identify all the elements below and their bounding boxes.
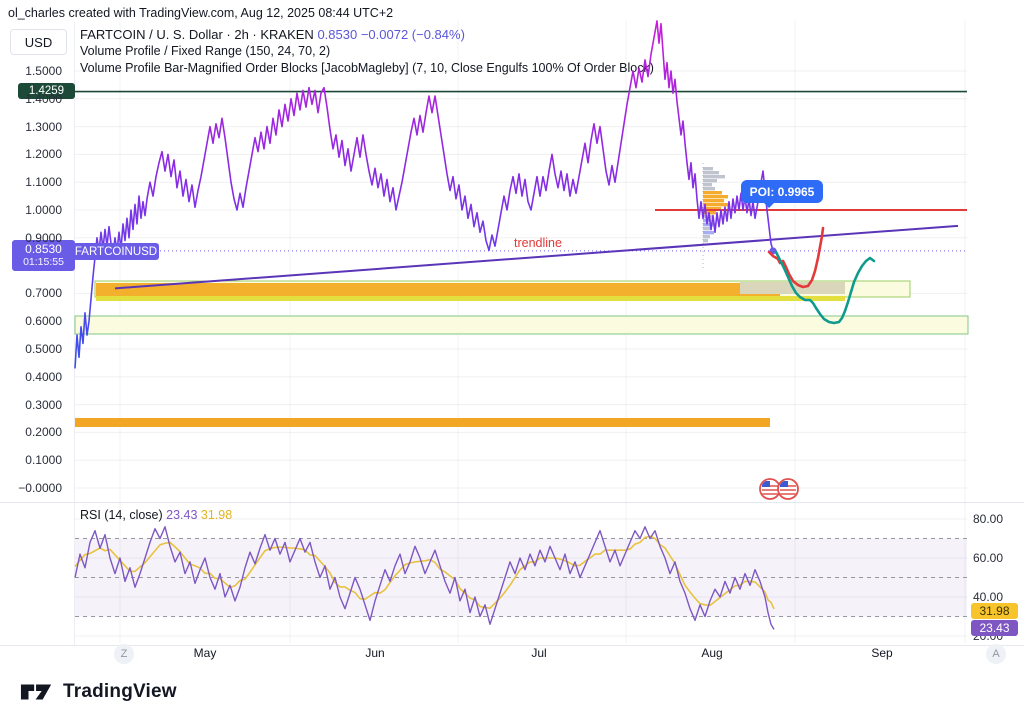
us-flag-event-icons[interactable] — [760, 479, 798, 499]
rsi-title-text: RSI (14, close) — [80, 508, 163, 522]
trendline-text-label[interactable]: trendline — [514, 236, 562, 250]
price-tick-label: 0.6000 — [0, 314, 68, 328]
tradingview-chart-window: ol_charles created with TradingView.com,… — [0, 0, 1024, 721]
tradingview-logo[interactable]: TradingView — [20, 681, 177, 703]
time-axis-month-label: Jun — [365, 646, 384, 660]
price-tick-label: 1.4000 — [0, 92, 68, 106]
price-tick-label: 0.4000 — [0, 370, 68, 384]
symbol-flag-label[interactable]: FARTCOINUSD — [73, 243, 159, 260]
price-tick-label: 0.1000 — [0, 453, 68, 467]
tradingview-logo-text: TradingView — [63, 681, 177, 703]
projection-path-drawings[interactable] — [769, 228, 874, 323]
rsi-value: 23.43 — [166, 508, 197, 522]
price-tick-label: 0.3000 — [0, 398, 68, 412]
time-axis-month-label: May — [194, 646, 217, 660]
price-tick-label: 1.3000 — [0, 120, 68, 134]
price-tick-label: −0.0000 — [0, 481, 68, 495]
price-tick-label: 1.5000 — [0, 64, 68, 78]
price-tick-label: 1.1000 — [0, 175, 68, 189]
time-axis-left-button[interactable]: Z — [114, 644, 134, 664]
rsi-legend[interactable]: RSI (14, close) 23.43 31.98 — [80, 508, 232, 522]
time-axis-month-label: Sep — [871, 646, 892, 660]
rsi-tick-label: 60.00 — [973, 551, 1024, 565]
time-axis-right-button[interactable]: A — [986, 644, 1006, 664]
rsi-tick-label: 80.00 — [973, 512, 1024, 526]
time-axis-month-label: Aug — [701, 646, 722, 660]
rsi-indicator-plot — [75, 527, 967, 630]
poi-price-callout[interactable]: POI: 0.9965 — [741, 180, 823, 203]
price-tick-label: 0.9000 — [0, 231, 68, 245]
rsi-value-axis-label: 23.43 — [971, 620, 1018, 636]
tradingview-logo-icon — [20, 681, 54, 703]
rsi-ma-axis-label: 31.98 — [971, 603, 1018, 619]
price-tick-label: 1.2000 — [0, 147, 68, 161]
price-tick-label: 0.2000 — [0, 425, 68, 439]
price-tick-label: 0.7000 — [0, 286, 68, 300]
horizontal-level-lines[interactable] — [75, 92, 967, 251]
chart-canvas[interactable] — [0, 0, 1024, 721]
price-tick-label: 0.5000 — [0, 342, 68, 356]
time-axis-month-label: Jul — [531, 646, 546, 660]
bar-countdown: 01:15:55 — [23, 256, 64, 269]
price-tick-label: 1.0000 — [0, 203, 68, 217]
rsi-tick-label: 40.00 — [973, 590, 1024, 604]
rsi-ma-value: 31.98 — [201, 508, 232, 522]
